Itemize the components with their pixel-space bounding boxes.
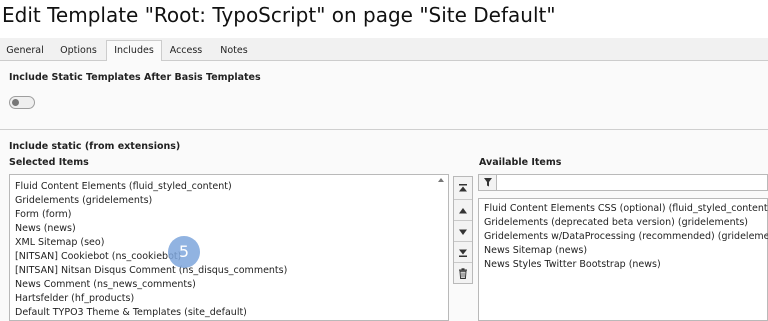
list-item[interactable]: Gridelements w/DataProcessing (recommend… bbox=[484, 230, 768, 243]
tab-options[interactable]: Options bbox=[52, 41, 105, 60]
list-item[interactable]: News Sitemap (news) bbox=[484, 244, 587, 257]
tab-bar: General Options Includes Access Notes bbox=[0, 38, 768, 62]
tab-access[interactable]: Access bbox=[162, 41, 210, 60]
list-item[interactable]: [NITSAN] Nitsan Disqus Comment (ns_disqu… bbox=[15, 264, 287, 277]
trash-icon[interactable] bbox=[454, 262, 472, 284]
selected-items-list[interactable]: Fluid Content Elements (fluid_styled_con… bbox=[9, 174, 449, 321]
section-divider bbox=[0, 129, 768, 130]
move-to-top-icon[interactable] bbox=[454, 177, 472, 198]
move-to-bottom-icon[interactable] bbox=[454, 241, 472, 263]
move-down-icon[interactable] bbox=[454, 220, 472, 242]
list-item[interactable]: XML Sitemap (seo) bbox=[15, 236, 104, 249]
tab-includes[interactable]: Includes bbox=[106, 40, 162, 62]
static-templates-toggle[interactable] bbox=[9, 96, 35, 109]
available-items-label: Available Items bbox=[479, 157, 562, 168]
list-item[interactable]: [NITSAN] Cookiebot (ns_cookiebot) bbox=[15, 250, 181, 263]
selected-items-label: Selected Items bbox=[9, 157, 89, 168]
page-title: Edit Template "Root: TypoScript" on page… bbox=[2, 3, 556, 27]
list-item[interactable]: News Styles Twitter Bootstrap (news) bbox=[484, 258, 661, 271]
include-static-label: Include static (from extensions) bbox=[9, 141, 181, 152]
list-item[interactable]: Hartsfelder (hf_products) bbox=[15, 292, 134, 305]
static-templates-label: Include Static Templates After Basis Tem… bbox=[9, 72, 261, 83]
list-item[interactable]: Default TYPO3 Theme & Templates (site_de… bbox=[15, 306, 247, 319]
selected-list-scrollbar[interactable] bbox=[437, 176, 447, 321]
list-item[interactable]: Gridelements (deprecated beta version) (… bbox=[484, 216, 748, 229]
list-item[interactable]: Fluid Content Elements (fluid_styled_con… bbox=[15, 180, 232, 193]
filter-icon[interactable] bbox=[478, 174, 497, 191]
tab-general[interactable]: General bbox=[0, 41, 50, 60]
toggle-knob bbox=[12, 99, 19, 106]
filter-input[interactable] bbox=[497, 174, 768, 191]
list-item[interactable]: Fluid Content Elements CSS (optional) (f… bbox=[484, 202, 768, 215]
list-item[interactable]: Form (form) bbox=[15, 208, 72, 221]
available-items-list[interactable]: Fluid Content Elements CSS (optional) (f… bbox=[478, 198, 768, 321]
step-number-badge: 5 bbox=[168, 236, 200, 268]
list-item[interactable]: News Comment (ns_news_comments) bbox=[15, 278, 196, 291]
list-item[interactable]: News (news) bbox=[15, 222, 76, 235]
list-item[interactable]: Gridelements (gridelements) bbox=[15, 194, 152, 207]
tab-notes[interactable]: Notes bbox=[212, 41, 256, 60]
move-up-icon[interactable] bbox=[454, 199, 472, 221]
move-controls bbox=[453, 176, 473, 284]
scroll-up-arrow-icon[interactable] bbox=[438, 178, 444, 182]
